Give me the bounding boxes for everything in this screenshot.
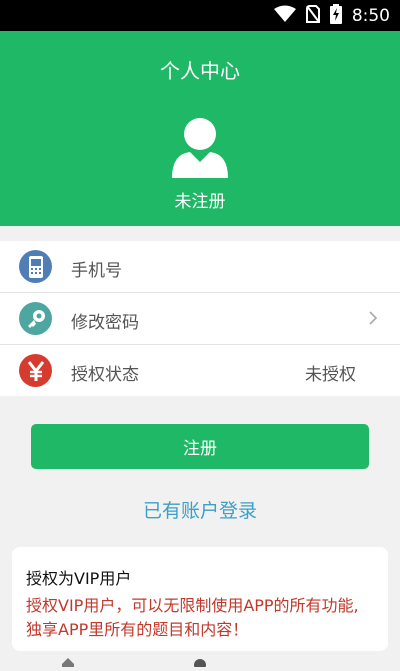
auth-status-value: 未授权 <box>305 365 356 385</box>
register-button[interactable]: 注册 <box>31 424 369 469</box>
vip-card-description: 授权VIP用户，可以无限制使用APP的所有功能, 独享APP里所有的题目和内容！ <box>26 596 359 639</box>
registration-status[interactable]: 未注册 <box>0 187 400 212</box>
clock: 8:50 <box>351 5 390 26</box>
page-title: 个人中心 <box>160 59 240 83</box>
list-item-label: 授权状态 <box>71 365 139 385</box>
bottom-nav-icon[interactable] <box>193 652 206 671</box>
list-item-label: 修改密码 <box>71 313 139 333</box>
list-item-label: 手机号 <box>71 261 122 281</box>
avatar-icon[interactable] <box>170 116 230 178</box>
settings-list: 手机号 修改密码 授权状态 未授权 <box>0 241 400 396</box>
phone-icon <box>19 250 52 283</box>
bottom-nav-icon[interactable] <box>62 652 74 667</box>
chevron-right-icon <box>368 310 378 330</box>
status-bar: 8:50 <box>0 0 400 31</box>
key-icon <box>19 302 52 335</box>
list-item-auth-status[interactable]: 授权状态 未授权 <box>0 345 400 396</box>
profile-header: 个人中心 未注册 <box>0 31 400 226</box>
yen-icon <box>19 354 52 387</box>
list-item-change-password[interactable]: 修改密码 <box>0 293 400 345</box>
vip-card-title: 授权为VIP用户 <box>26 569 132 588</box>
no-sim-icon <box>305 4 320 27</box>
login-link[interactable]: 已有账户登录 <box>0 496 400 523</box>
wifi-icon <box>273 5 296 27</box>
battery-charging-icon <box>329 3 342 28</box>
vip-card[interactable]: 授权为VIP用户 授权VIP用户，可以无限制使用APP的所有功能, 独享APP里… <box>12 547 388 651</box>
list-item-phone[interactable]: 手机号 <box>0 241 400 293</box>
